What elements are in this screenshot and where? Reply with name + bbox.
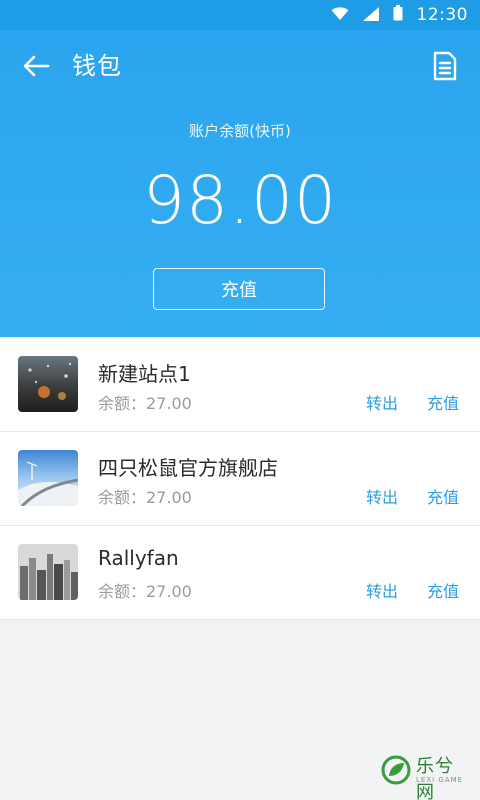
records-button[interactable]	[430, 50, 460, 82]
store-thumbnail	[18, 356, 78, 412]
balance-label: 账户余额(快币)	[189, 122, 291, 140]
list-item[interactable]: Rallyfan 余额：27.00 转出 充值	[0, 526, 480, 619]
back-button[interactable]	[18, 50, 54, 82]
recharge-button[interactable]: 充值	[153, 268, 325, 310]
store-balance: 余额：27.00	[98, 394, 192, 413]
battery-icon	[393, 5, 403, 25]
document-icon	[433, 51, 457, 81]
page-title: 钱包	[72, 52, 122, 80]
transfer-out-button[interactable]: 转出	[366, 484, 398, 508]
balance-amount: 98.00	[143, 162, 337, 239]
store-thumbnail	[18, 450, 78, 506]
store-name: 新建站点1	[98, 362, 191, 386]
signal-icon	[362, 6, 379, 25]
store-name: Rallyfan	[98, 546, 179, 570]
status-icons: 12:30	[331, 0, 469, 30]
status-time: 12:30	[416, 5, 468, 25]
back-arrow-icon	[23, 55, 50, 77]
store-list: 新建站点1 余额：27.00 转出 充值 四只松鼠官方旗舰店 余额：27.00 …	[0, 338, 480, 620]
store-thumbnail	[18, 544, 78, 600]
status-bar: 12:30	[0, 0, 480, 30]
list-item[interactable]: 新建站点1 余额：27.00 转出 充值	[0, 338, 480, 432]
store-name: 四只松鼠官方旗舰店	[98, 456, 278, 480]
store-recharge-button[interactable]: 充值	[427, 578, 459, 602]
wallet-screen: 12:30 钱包 账户余额(快币) 98.00 充值 新建站点1 余额：27.0…	[0, 0, 480, 800]
watermark-logo: 乐兮网 LEXI GAME	[380, 750, 470, 800]
store-balance: 余额：27.00	[98, 582, 192, 601]
list-item[interactable]: 四只松鼠官方旗舰店 余额：27.00 转出 充值	[0, 432, 480, 526]
watermark-subtext: LEXI GAME	[416, 776, 464, 784]
store-recharge-button[interactable]: 充值	[427, 390, 459, 414]
store-recharge-button[interactable]: 充值	[427, 484, 459, 508]
store-balance: 余额：27.00	[98, 488, 192, 507]
wifi-icon	[331, 6, 349, 25]
transfer-out-button[interactable]: 转出	[366, 578, 398, 602]
transfer-out-button[interactable]: 转出	[366, 390, 398, 414]
leaf-logo-icon	[381, 755, 411, 785]
wallet-header: 钱包 账户余额(快币) 98.00 充值	[0, 30, 480, 337]
